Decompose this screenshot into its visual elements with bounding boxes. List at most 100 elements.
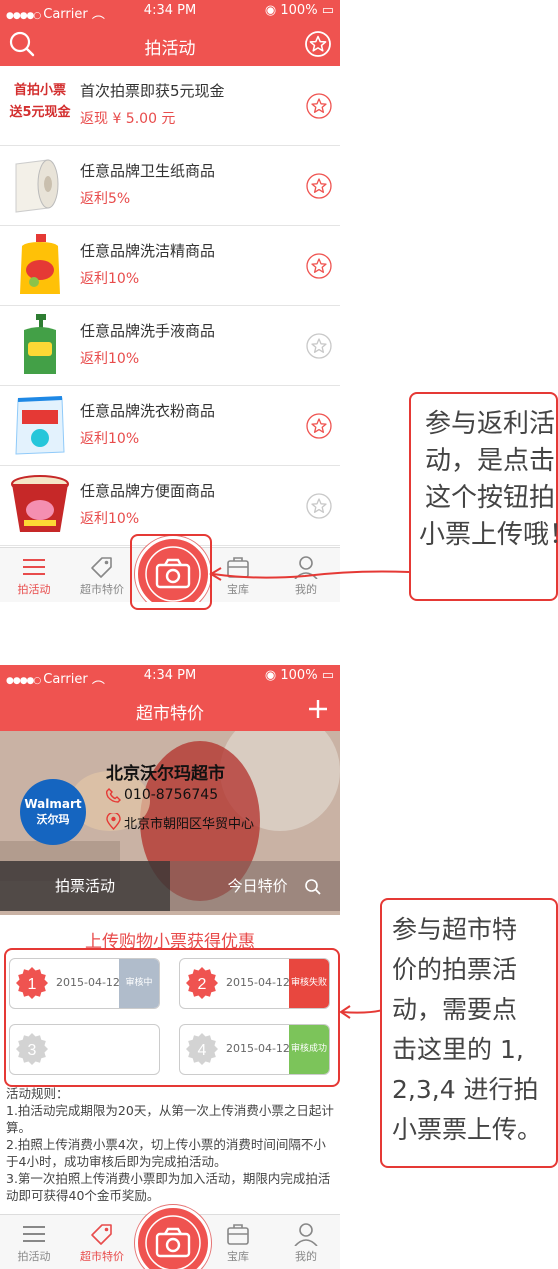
tab-label: 拍活动 xyxy=(17,1250,51,1263)
item-rebate: 返利5% xyxy=(80,191,131,207)
price-tag-icon xyxy=(91,1224,112,1245)
item-name: 任意品牌洗洁精商品 xyxy=(80,242,216,260)
location-pin-icon xyxy=(106,813,121,830)
tab-activities[interactable]: 拍活动 xyxy=(0,548,68,602)
star-icon[interactable] xyxy=(306,333,332,359)
item-rebate: 返利10% xyxy=(80,271,140,287)
walmart-logo: Walmart 沃尔玛 xyxy=(20,779,86,845)
battery-icon: ▭ xyxy=(321,668,334,683)
tab-receipt-activity[interactable]: 拍票活动 xyxy=(0,861,170,911)
camera-icon xyxy=(145,1215,201,1269)
item-rebate: 返利10% xyxy=(80,351,140,367)
nav-bar: 拍活动 xyxy=(0,22,340,66)
slots-highlight-box xyxy=(4,948,340,1087)
callout-line: 2,3,4 进行拍 xyxy=(392,1075,539,1104)
tab-supermarket-deals[interactable]: 超市特价 xyxy=(68,1215,136,1269)
callout-line: 动，是点击 xyxy=(425,446,556,476)
tab-label: 拍活动 xyxy=(17,583,51,596)
list-item[interactable]: 任意品牌洗手液商品 返利10% xyxy=(0,306,340,386)
promo-line-1: 首拍小票 xyxy=(13,83,66,98)
page-title: 拍活动 xyxy=(144,39,196,59)
callout-line: 小票上传哦！ xyxy=(419,520,558,550)
item-name: 任意品牌洗衣粉商品 xyxy=(80,402,216,420)
menu-list-icon xyxy=(23,559,45,575)
star-icon[interactable] xyxy=(306,493,332,519)
add-icon[interactable] xyxy=(304,695,332,723)
callout-receipt-slots: 参与超市特 价的拍票活 动，需要点 击这里的 1, 2,3,4 进行拍 小票票上… xyxy=(380,898,558,1168)
tab-today-deals[interactable]: 今日特价 xyxy=(170,861,340,911)
price-tag-icon xyxy=(91,557,112,578)
tab-label: 宝库 xyxy=(227,1250,249,1263)
hand-soap-bottle-icon xyxy=(24,314,56,374)
list-item[interactable]: 首拍小票 送5元现金 首次拍票即获5元现金 返现 ¥ 5.00 元 xyxy=(0,66,340,146)
callout-line: 参与返利活 xyxy=(425,409,556,439)
star-icon[interactable] xyxy=(306,173,332,199)
rules-heading: 活动规则： xyxy=(6,1086,69,1101)
tab-profile[interactable]: 我的 xyxy=(272,1215,340,1269)
activity-rules: 活动规则： 1.拍活动完成期限为20天，从第一次上传消费小票之日起计算。 2.拍… xyxy=(6,1085,336,1204)
lock-rotation-icon: ◉ xyxy=(264,3,277,18)
user-icon xyxy=(294,1223,318,1246)
status-bar: ●●●●○ Carrier ︵ 4:34 PM ◉ 100% ▭ xyxy=(0,0,340,22)
banner-tabs: 拍票活动 今日特价 xyxy=(0,861,340,911)
star-icon[interactable] xyxy=(306,413,332,439)
phone-icon xyxy=(106,788,121,803)
logo-brand: Walmart xyxy=(24,797,82,811)
store-phone[interactable]: 010-8756745 xyxy=(124,787,218,803)
camera-upload-button[interactable] xyxy=(135,1205,211,1269)
nav-bar: 超市特价 xyxy=(0,687,340,731)
favorites-star-icon[interactable] xyxy=(304,30,332,58)
rule-item: 3.第一次拍照上传消费小票即为加入活动，期限内完成拍活动即可获得40个金币奖励。 xyxy=(6,1171,331,1203)
callout-line: 小票票上传。 xyxy=(392,1115,543,1144)
callout-line: 这个按钮拍 xyxy=(425,483,556,513)
status-bar: ●●●●○ Carrier ︵ 4:34 PM ◉ 100% ▭ xyxy=(0,665,340,687)
star-icon[interactable] xyxy=(306,253,332,279)
list-item[interactable]: 任意品牌卫生纸商品 返利5% xyxy=(0,146,340,226)
logo-cn: 沃尔玛 xyxy=(36,813,70,826)
callout-line: 价的拍票活 xyxy=(392,955,518,984)
rule-item: 2.拍照上传消费小票4次，切上传小票的消费时间间隔不小于4小时，成功审核后即为完… xyxy=(6,1137,326,1169)
item-rebate: 返利10% xyxy=(80,511,140,527)
item-name: 任意品牌卫生纸商品 xyxy=(80,162,216,180)
battery-percent: 100% xyxy=(280,668,318,683)
pointer-arrow xyxy=(339,1005,384,1019)
briefcase-icon xyxy=(227,1224,249,1245)
promo-line-2: 送5元现金 xyxy=(9,105,71,120)
receipt-promo-icon: 首拍小票 送5元现金 xyxy=(6,72,74,138)
item-name: 任意品牌方便面商品 xyxy=(80,482,216,500)
item-rebate: 返利10% xyxy=(80,431,140,447)
star-icon[interactable] xyxy=(306,93,332,119)
page-title: 超市特价 xyxy=(136,704,204,724)
list-item[interactable]: 任意品牌洗洁精商品 返利10% xyxy=(0,226,340,306)
lock-rotation-icon: ◉ xyxy=(264,668,277,683)
tab-label: 超市特价 xyxy=(80,583,124,596)
detergent-bag-icon xyxy=(15,396,65,455)
camera-highlight-box xyxy=(130,534,212,610)
rule-item: 1.拍活动完成期限为20天，从第一次上传消费小票之日起计算。 xyxy=(6,1103,334,1135)
callout-line: 参与超市特 xyxy=(392,915,518,944)
tab-supermarket-deals[interactable]: 超市特价 xyxy=(68,548,136,602)
item-name: 首次拍票即获5元现金 xyxy=(80,82,225,100)
dish-soap-bottle-icon xyxy=(20,234,60,294)
search-icon[interactable] xyxy=(304,878,322,896)
item-name: 任意品牌洗手液商品 xyxy=(80,322,216,340)
battery-icon: ▭ xyxy=(321,3,334,18)
tab-label: 超市特价 xyxy=(80,1250,124,1263)
store-banner: Walmart 沃尔玛 北京沃尔玛超市 010-8756745 北京市朝阳区华贸… xyxy=(0,731,340,915)
callout-line: 击这里的 1, xyxy=(392,1035,524,1064)
callout-activity-upload: 参与返利活 动，是点击 这个按钮拍 小票上传哦！ xyxy=(409,392,558,601)
item-rebate: 返现 ¥ 5.00 元 xyxy=(80,111,176,127)
activity-list: 首拍小票 送5元现金 首次拍票即获5元现金 返现 ¥ 5.00 元 任意品牌卫生… xyxy=(0,66,340,546)
store-name: 北京沃尔玛超市 xyxy=(106,764,225,784)
tab-treasury[interactable]: 宝库 xyxy=(204,1215,272,1269)
toilet-paper-icon xyxy=(15,159,59,213)
pointer-arrow xyxy=(209,567,410,581)
menu-list-icon xyxy=(23,1226,45,1242)
store-address: 北京市朝阳区华贸中心 xyxy=(124,817,255,832)
list-item[interactable]: 任意品牌洗衣粉商品 返利10% xyxy=(0,386,340,466)
battery-percent: 100% xyxy=(280,3,318,18)
tab-activities[interactable]: 拍活动 xyxy=(0,1215,68,1269)
screen-activities: ●●●●○ Carrier ︵ 4:34 PM ◉ 100% ▭ 拍活动 首拍小票… xyxy=(0,0,340,602)
callout-line: 动，需要点 xyxy=(392,995,518,1024)
tab-label: 今日特价 xyxy=(227,877,288,895)
